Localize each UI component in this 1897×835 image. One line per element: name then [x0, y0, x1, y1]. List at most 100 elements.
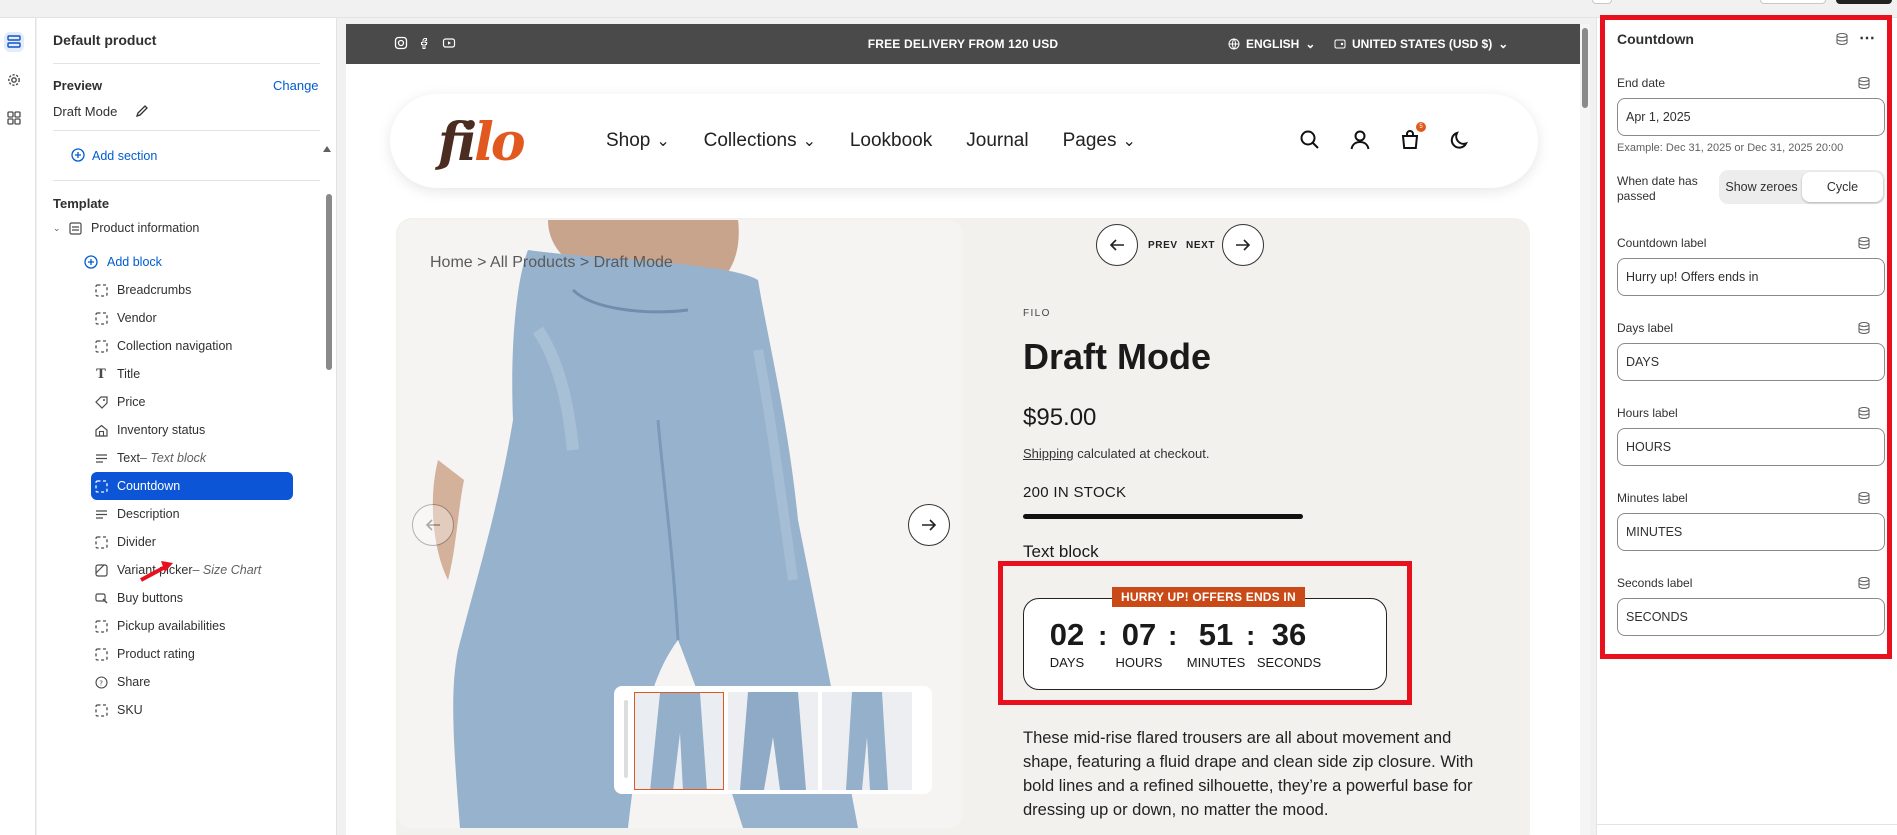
block-vendor[interactable]: Vendor — [91, 304, 311, 332]
chevron-down-icon[interactable]: ⌄ — [53, 223, 65, 234]
chevron-down-icon: ⌄ — [1122, 133, 1136, 150]
nav-lookbook[interactable]: Lookbook — [850, 130, 932, 152]
block-icon — [91, 395, 111, 409]
thumbnail-3[interactable] — [822, 692, 912, 790]
section-icon — [65, 221, 85, 235]
gear-icon[interactable] — [4, 70, 24, 90]
nav-collections[interactable]: Collections ⌄ — [704, 130, 816, 152]
block-label: Title — [117, 367, 141, 381]
block-label: Breadcrumbs — [117, 283, 192, 297]
pencil-icon[interactable] — [135, 104, 149, 118]
inventory-status: 200 IN STOCK — [1023, 484, 1127, 501]
block-icon — [91, 339, 111, 353]
store-preview: FREE DELIVERY FROM 120 USD ENGLISH ⌄ UNI… — [346, 24, 1580, 835]
toolbar-button[interactable] — [1592, 0, 1612, 4]
add-section-link[interactable]: Add section — [92, 149, 157, 163]
red-arrow-annotation — [140, 561, 173, 582]
apps-icon[interactable] — [4, 108, 24, 128]
sections-icon[interactable] — [4, 32, 24, 52]
block-countdown[interactable]: Countdown — [91, 472, 293, 500]
search-icon[interactable] — [1298, 128, 1322, 152]
account-icon[interactable] — [1348, 128, 1372, 152]
block-label: Pickup availabilities — [117, 619, 226, 633]
section-product-information[interactable]: ⌄ Product information — [53, 214, 303, 242]
prev-label[interactable]: PREV — [1148, 240, 1178, 251]
next-product-button[interactable] — [1222, 224, 1264, 266]
block-share[interactable]: ? Share — [91, 668, 311, 696]
block-variant-picker[interactable]: Variant picker – Size Chart — [91, 556, 311, 584]
preview-value: Draft Mode — [53, 104, 118, 119]
store-logo[interactable]: filo — [438, 112, 526, 173]
preview-label: Preview — [53, 78, 103, 93]
shipping-text: calculated at checkout. — [1073, 446, 1210, 461]
block-inventory-status[interactable]: Inventory status — [91, 416, 311, 444]
product-title: Draft Mode — [1023, 336, 1211, 377]
breadcrumb[interactable]: Home > All Products > Draft Mode — [430, 254, 673, 272]
template-label: Template — [53, 196, 110, 211]
store-header: filo Shop ⌄ Collections ⌄ Lookbook Journal… — [390, 94, 1538, 188]
block-suffix: – Size Chart — [192, 563, 262, 577]
thumb-scrollbar[interactable] — [624, 700, 628, 778]
main-nav: Shop ⌄ Collections ⌄ Lookbook Journal Page… — [606, 130, 1136, 152]
block-product-rating[interactable]: Product rating — [91, 640, 311, 668]
chevron-down-icon: ⌄ — [656, 133, 670, 150]
add-block-button[interactable]: Add block — [81, 248, 331, 276]
moon-icon[interactable] — [1448, 128, 1472, 152]
save-button[interactable] — [1836, 0, 1892, 4]
currency-selector[interactable]: UNITED STATES (USD $) ⌄ — [1334, 37, 1508, 51]
block-label: Buy buttons — [117, 591, 184, 605]
nav-shop[interactable]: Shop ⌄ — [606, 130, 670, 152]
sidebar-scrollbar[interactable] — [326, 194, 332, 370]
block-buy-buttons[interactable]: Buy buttons — [91, 584, 311, 612]
block-price[interactable]: Price — [91, 388, 311, 416]
next-label[interactable]: NEXT — [1186, 240, 1215, 251]
block-icon: T — [96, 366, 106, 382]
gallery-next-button[interactable] — [908, 504, 950, 546]
block-icon — [91, 311, 111, 325]
change-preview-link[interactable]: Change — [273, 78, 319, 93]
section-label: Product information — [91, 221, 200, 235]
divider — [1597, 824, 1897, 825]
block-title[interactable]: T Title — [91, 360, 311, 388]
block-label: SKU — [117, 703, 143, 717]
block-icon — [91, 647, 111, 661]
block-label: Collection navigation — [117, 339, 233, 353]
preview-scrollbar[interactable] — [1580, 24, 1590, 835]
shipping-note: Shipping calculated at checkout. — [1023, 446, 1209, 461]
thumbnail-1[interactable] — [634, 692, 724, 790]
block-divider[interactable]: Divider — [91, 528, 311, 556]
countdown-seconds: 36 SECONDS — [1256, 617, 1322, 670]
sections-sidebar: Default product Preview Change Draft Mod… — [37, 18, 337, 835]
plus-circle-icon — [71, 148, 85, 162]
block-text[interactable]: Text – Text block — [91, 444, 311, 472]
block-description[interactable]: Description — [91, 500, 311, 528]
block-label: Text — [117, 451, 140, 465]
block-collection-navigation[interactable]: Collection navigation — [91, 332, 311, 360]
block-sku[interactable]: SKU — [91, 696, 311, 724]
block-label: Inventory status — [117, 423, 206, 437]
block-label: Share — [117, 675, 151, 689]
thumbnail-2[interactable] — [728, 692, 818, 790]
scroll-up-icon[interactable] — [323, 146, 331, 152]
editor-rail — [0, 18, 36, 835]
countdown-days: 02 DAYS — [1049, 617, 1085, 670]
product-description: These mid-rise flared trousers are all a… — [1023, 729, 1474, 819]
block-label: Description — [117, 507, 180, 521]
block-breadcrumbs[interactable]: Breadcrumbs — [91, 276, 311, 304]
chevron-down-icon: ⌄ — [1498, 37, 1509, 51]
nav-journal[interactable]: Journal — [966, 130, 1028, 152]
block-icon — [91, 703, 111, 717]
divider — [53, 63, 320, 64]
chevron-down-icon: ⌄ — [1305, 37, 1316, 51]
block-label: Price — [117, 395, 146, 409]
block-pickup-availabilities[interactable]: Pickup availabilities — [91, 612, 311, 640]
block-icon — [91, 424, 111, 437]
gallery-prev-button[interactable] — [412, 504, 454, 546]
prev-product-button[interactable] — [1096, 224, 1138, 266]
svg-text:?: ? — [99, 679, 103, 687]
nav-pages[interactable]: Pages ⌄ — [1063, 130, 1136, 152]
block-icon — [91, 479, 111, 493]
language-selector[interactable]: ENGLISH ⌄ — [1228, 37, 1315, 51]
shipping-link[interactable]: Shipping — [1023, 446, 1074, 461]
toolbar-button[interactable] — [1760, 0, 1826, 4]
